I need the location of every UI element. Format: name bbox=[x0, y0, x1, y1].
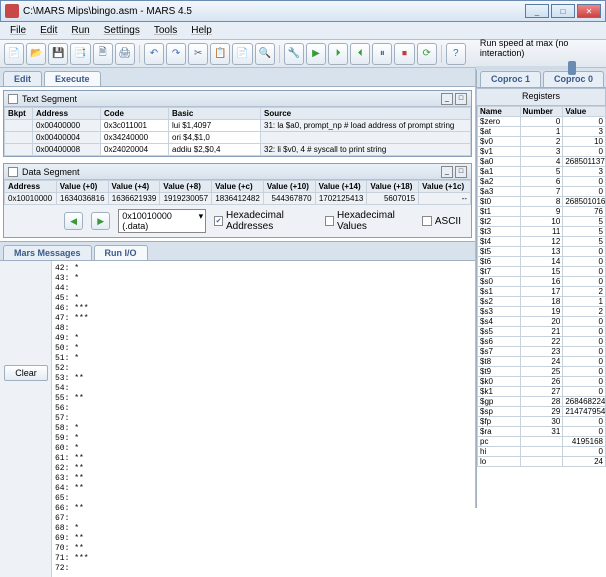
data-seg-title: Data Segment bbox=[22, 167, 439, 177]
window-title: C:\MARS Mips\bingo.asm - MARS 4.5 bbox=[23, 6, 523, 17]
menu-file[interactable]: File bbox=[4, 24, 32, 37]
hex-val-checkbox[interactable] bbox=[325, 216, 334, 226]
data-next-button[interactable] bbox=[91, 212, 110, 230]
help-icon[interactable]: ? bbox=[446, 43, 466, 65]
data-segment-table: AddressValue (+0)Value (+4)Value (+8)Val… bbox=[4, 180, 471, 205]
registers-table: NameNumberValue $zero00$at13$v0210$v130$… bbox=[477, 106, 606, 467]
reset-icon[interactable]: ⟳ bbox=[417, 43, 437, 65]
tab-execute[interactable]: Execute bbox=[44, 71, 101, 86]
clear-button[interactable]: Clear bbox=[4, 365, 48, 381]
coproc-tabs: Coproc 1 Coproc 0 bbox=[476, 68, 606, 88]
assemble-icon[interactable]: 🔧 bbox=[284, 43, 304, 65]
run-icon[interactable]: ▶ bbox=[306, 43, 326, 65]
maximize-button[interactable]: □ bbox=[551, 4, 575, 18]
toolbar: 📄 📂 📑 🗎 🖨 ↶ ↷ ✂ 📋 📄 🔍 🔧 ▶ ⏵ ⏴ ⏸ ⏹ ⟳ ? Ru… bbox=[0, 40, 606, 68]
speed-label: Run speed at max (no interaction) bbox=[480, 38, 602, 58]
menu-edit[interactable]: Edit bbox=[34, 24, 63, 37]
data-seg-min-icon[interactable]: _ bbox=[441, 166, 453, 178]
open-icon[interactable]: 📂 bbox=[26, 43, 46, 65]
text-seg-max-icon[interactable]: □ bbox=[455, 93, 467, 105]
undo-icon[interactable]: ↶ bbox=[144, 43, 164, 65]
stop-icon[interactable]: ⏹ bbox=[394, 43, 414, 65]
paste-icon[interactable]: 📄 bbox=[232, 43, 252, 65]
copy-icon[interactable]: 📋 bbox=[210, 43, 230, 65]
pause-icon[interactable]: ⏸ bbox=[372, 43, 392, 65]
menu-help[interactable]: Help bbox=[185, 24, 218, 37]
tab-run-io[interactable]: Run I/O bbox=[94, 245, 148, 260]
msg-tabs: Mars Messages Run I/O bbox=[0, 241, 475, 260]
redo-icon[interactable]: ↷ bbox=[166, 43, 186, 65]
data-base-combo[interactable]: 0x10010000 (.data) bbox=[118, 209, 206, 233]
close-button[interactable]: ✕ bbox=[577, 4, 601, 18]
text-seg-min-icon[interactable]: _ bbox=[441, 93, 453, 105]
data-segment-panel: Data Segment _ □ AddressValue (+0)Value … bbox=[3, 163, 472, 238]
cut-icon[interactable]: ✂ bbox=[188, 43, 208, 65]
data-prev-button[interactable] bbox=[64, 212, 83, 230]
editor-tabs: Edit Execute bbox=[0, 68, 475, 87]
titlebar: C:\MARS Mips\bingo.asm - MARS 4.5 _ □ ✕ bbox=[0, 0, 606, 22]
data-seg-max-icon[interactable]: □ bbox=[455, 166, 467, 178]
ascii-checkbox[interactable] bbox=[422, 216, 432, 226]
text-segment-table: BkptAddress CodeBasic Source 0x004000000… bbox=[4, 107, 471, 156]
menu-tools[interactable]: Tools bbox=[148, 24, 183, 37]
save-icon[interactable] bbox=[48, 43, 68, 65]
new-icon[interactable]: 📄 bbox=[4, 43, 24, 65]
dump-icon[interactable]: 🗎 bbox=[93, 43, 113, 65]
text-segment-panel: Text Segment _ □ BkptAddress CodeBasic S… bbox=[3, 90, 472, 157]
saveas-icon[interactable]: 📑 bbox=[70, 43, 90, 65]
data-seg-checkbox[interactable] bbox=[8, 167, 18, 177]
app-icon bbox=[5, 4, 19, 18]
speed-slider[interactable] bbox=[476, 66, 576, 70]
menu-run[interactable]: Run bbox=[65, 24, 95, 37]
find-icon[interactable]: 🔍 bbox=[255, 43, 275, 65]
text-seg-title: Text Segment bbox=[22, 94, 439, 104]
tab-mars-messages[interactable]: Mars Messages bbox=[3, 245, 92, 260]
text-seg-checkbox[interactable] bbox=[8, 94, 18, 104]
menu-settings[interactable]: Settings bbox=[98, 24, 146, 37]
tab-edit[interactable]: Edit bbox=[3, 71, 42, 86]
step-icon[interactable]: ⏵ bbox=[328, 43, 348, 65]
data-controls: 0x10010000 (.data) ✔Hexadecimal Addresse… bbox=[4, 205, 471, 237]
run-io-output[interactable]: 42: * 43: * 44: 45: * 46: *** 47: *** 48… bbox=[52, 261, 475, 577]
stepback-icon[interactable]: ⏴ bbox=[350, 43, 370, 65]
hex-addr-checkbox[interactable]: ✔ bbox=[214, 216, 223, 226]
tab-coproc1[interactable]: Coproc 1 bbox=[480, 71, 541, 87]
minimize-button[interactable]: _ bbox=[525, 4, 549, 18]
reg-title: Registers bbox=[476, 88, 606, 106]
print-icon[interactable]: 🖨 bbox=[115, 43, 135, 65]
